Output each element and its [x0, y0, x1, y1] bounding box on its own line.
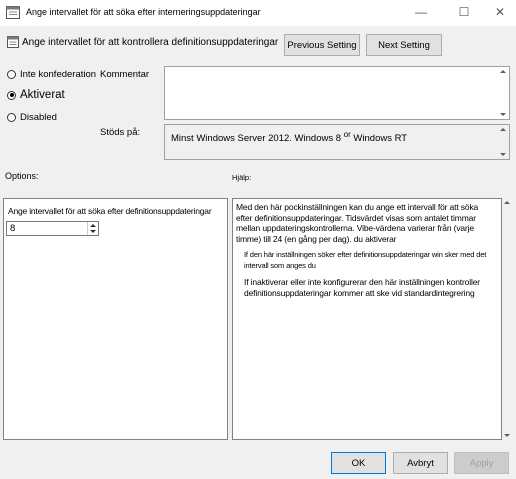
scroll-down-icon[interactable] — [500, 153, 506, 156]
window-title: Ange intervallet för att söka efter inte… — [26, 7, 261, 17]
supported-scrollbar[interactable] — [498, 125, 509, 159]
radio-not-configured[interactable]: Inte konfederation — [7, 69, 96, 80]
help-paragraph: Med den här pockinställningen kan du ang… — [236, 202, 479, 244]
supported-on-value: Minst Windows Server 2012. Windows 8 or … — [171, 130, 407, 144]
comment-textarea[interactable] — [164, 66, 510, 120]
spin-up-icon[interactable] — [90, 224, 96, 227]
minimize-button[interactable]: — — [410, 3, 432, 21]
radio-disabled[interactable]: Disabled — [7, 112, 57, 123]
interval-value[interactable]: 8 — [10, 223, 15, 234]
close-button[interactable]: ✕ — [489, 3, 511, 21]
apply-button[interactable]: Apply — [454, 452, 509, 474]
scroll-up-icon[interactable] — [500, 70, 506, 73]
radio-label: Disabled — [20, 112, 57, 123]
previous-setting-button[interactable]: Previous Setting — [284, 34, 360, 56]
help-text: Med den här pockinställningen kan du ang… — [236, 202, 491, 304]
next-setting-button[interactable]: Next Setting — [366, 34, 442, 56]
interval-spinner[interactable] — [87, 222, 98, 235]
supported-on-field: Minst Windows Server 2012. Windows 8 or … — [164, 124, 510, 160]
radio-button[interactable] — [7, 90, 16, 100]
comment-scrollbar[interactable] — [498, 67, 509, 119]
help-paragraph: If inaktiverar eller inte konfigurerar d… — [244, 277, 480, 298]
comment-label: Kommentar — [100, 69, 150, 80]
options-label: Options: — [5, 171, 39, 181]
help-label: Hjälp: — [232, 173, 252, 182]
supported-on-label: Stöds på: — [100, 127, 141, 138]
scroll-down-icon[interactable] — [500, 113, 506, 116]
supported-text-part2: Windows RT — [353, 133, 408, 145]
maximize-button[interactable]: ☐ — [453, 3, 475, 21]
setting-title: Ange intervallet för att kontrollera def… — [22, 37, 279, 48]
interval-spinbox[interactable]: 8 — [6, 221, 99, 236]
scroll-down-icon[interactable] — [504, 434, 510, 437]
radio-label: Inte konfederation — [20, 69, 97, 80]
scroll-up-icon[interactable] — [500, 128, 506, 131]
scroll-up-icon[interactable] — [504, 201, 510, 204]
radio-enabled[interactable]: Aktiverat — [7, 89, 65, 101]
policy-icon — [6, 6, 20, 19]
policy-icon — [7, 36, 19, 48]
help-scrollbar[interactable] — [502, 198, 513, 440]
radio-label: Aktiverat — [20, 89, 65, 101]
ok-button[interactable]: OK — [331, 452, 386, 474]
supported-text-part1: Minst Windows Server 2012. Windows 8 — [171, 133, 342, 145]
help-pane: Med den här pockinställningen kan du ang… — [232, 198, 502, 440]
interval-label: Ange intervallet för att söka efter defi… — [8, 206, 212, 216]
spin-down-icon[interactable] — [90, 230, 96, 233]
radio-button[interactable] — [7, 70, 16, 79]
options-pane: Ange intervallet för att söka efter defi… — [3, 198, 228, 440]
supported-text-or: or — [343, 130, 351, 139]
help-paragraph: If den här inställningen söker efter def… — [244, 250, 487, 270]
radio-button[interactable] — [7, 113, 16, 122]
cancel-button[interactable]: Avbryt — [393, 452, 448, 474]
